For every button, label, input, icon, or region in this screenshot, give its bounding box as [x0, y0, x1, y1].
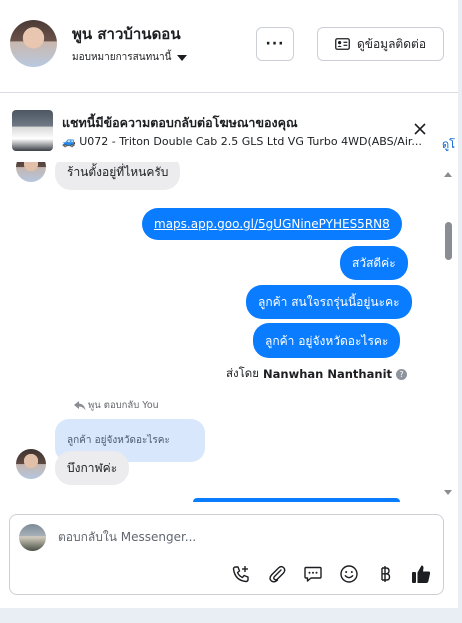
- close-icon[interactable]: [410, 119, 430, 139]
- avatar[interactable]: [10, 20, 57, 67]
- scroll-up-arrow[interactable]: [444, 172, 452, 177]
- caret-down-icon: [177, 54, 188, 61]
- scroll-down-arrow[interactable]: [444, 490, 452, 495]
- sent-by-label: ส่งโดย Nanwhan Nanthanit ?: [226, 365, 408, 383]
- reply-input[interactable]: [58, 530, 428, 544]
- page-avatar: [19, 524, 46, 551]
- ad-reply-banner: แชทนี้มีข้อความตอบกลับต่อโฆษณาของคุณ 🚙 U…: [0, 104, 458, 156]
- scrollbar-thumb[interactable]: [445, 222, 452, 260]
- ad-title: 🚙 U072 - Triton Double Cab 2.5 GLS Ltd V…: [62, 135, 422, 148]
- more-button[interactable]: ···: [256, 27, 294, 61]
- assign-dropdown[interactable]: มอบหมายการสนทนานี้: [72, 50, 188, 65]
- chat-header: พูน สาวบ้านดอน มอบหมายการสนทนานี้ ··· ดู…: [0, 0, 458, 93]
- reply-arrow-icon: [74, 400, 86, 410]
- message-list[interactable]: ร้านตั้งอยู่ที่ไหนครับ maps.app.goo.gl/5…: [0, 162, 440, 502]
- thumbs-up-icon[interactable]: [410, 563, 432, 585]
- emoji-icon[interactable]: [338, 563, 360, 585]
- paperclip-icon[interactable]: [266, 563, 288, 585]
- view-contact-button[interactable]: ดูข้อมูลติดต่อ: [317, 27, 444, 61]
- chat-bubble-icon[interactable]: [302, 563, 324, 585]
- outgoing-message: สวัสดีค่ะ: [340, 246, 408, 280]
- outgoing-message: ลูกค้า อยู่จังหวัดอะไรคะ: [253, 323, 401, 358]
- incoming-message: ร้านตั้งอยู่ที่ไหนครับ: [55, 162, 181, 190]
- help-icon[interactable]: ?: [396, 368, 408, 380]
- outgoing-message: ลูกค้า สนใจรถรุ่นนี้อยู่นะคะ: [246, 285, 412, 319]
- incoming-message: บึงกาฬค่ะ: [55, 451, 130, 485]
- contact-avatar: [16, 162, 46, 182]
- composer: [9, 514, 444, 595]
- contact-card-icon: [335, 38, 350, 50]
- call-add-icon[interactable]: [230, 563, 252, 585]
- composer-toolbar: [230, 563, 432, 585]
- outgoing-message-link[interactable]: maps.app.goo.gl/5gUGNinePYHES5RN8: [142, 208, 402, 240]
- reply-indicator: พูน ตอบกลับ You: [74, 398, 159, 413]
- view-ad-link[interactable]: ดูโ: [442, 135, 455, 153]
- outgoing-message-partial: [193, 498, 400, 502]
- contact-avatar: [16, 449, 46, 479]
- sender-name: Nanwhan Nanthanit: [263, 367, 393, 381]
- ad-thumbnail[interactable]: [12, 110, 53, 151]
- view-contact-label: ดูข้อมูลติดต่อ: [356, 36, 427, 51]
- banner-title: แชทนี้มีข้อความตอบกลับต่อโฆษณาของคุณ: [62, 115, 298, 130]
- sent-by-prefix: ส่งโดย: [226, 366, 260, 380]
- contact-name: พูน สาวบ้านดอน: [72, 25, 181, 43]
- baht-icon[interactable]: [374, 563, 396, 585]
- chat-panel: พูน สาวบ้านดอน มอบหมายการสนทนานี้ ··· ดู…: [0, 0, 458, 608]
- assign-label: มอบหมายการสนทนานี้: [72, 52, 172, 63]
- reply-label-text: พูน ตอบกลับ You: [88, 400, 159, 411]
